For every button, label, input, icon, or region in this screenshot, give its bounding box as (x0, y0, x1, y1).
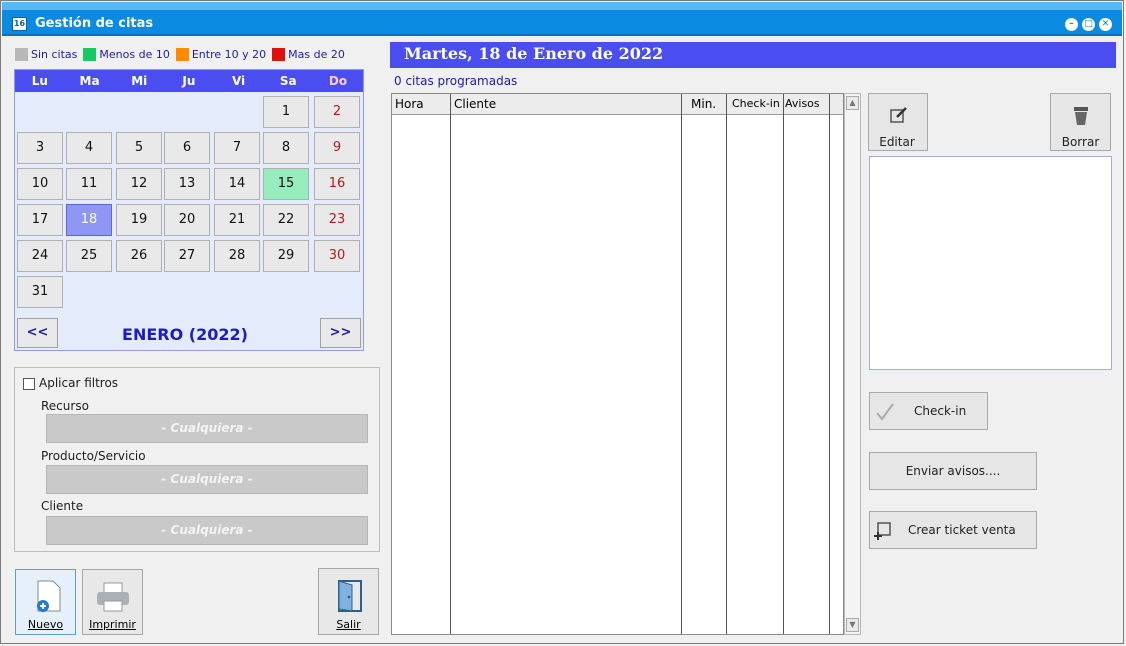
legend-swatch-red (272, 47, 286, 61)
scroll-down-icon[interactable]: ▼ (846, 618, 859, 632)
checkin-button[interactable]: Check-in (869, 392, 988, 430)
calendar-day[interactable]: 8 (263, 132, 309, 164)
calendar-day[interactable]: 20 (164, 204, 210, 236)
column-header-avisos[interactable]: Avisos (785, 97, 820, 110)
month-calendar: Lu Ma Mi Ju Vi Sa Do 1 2 3 4 5 6 7 8 9 10 11 12 13 14… (14, 69, 364, 351)
appointments-table: Hora Cliente Min. Check-in Avisos (391, 93, 844, 635)
next-month-button[interactable]: >> (320, 318, 361, 348)
appointments-window: 16 Gestión de citas – □ ✕ Sin citas Meno… (0, 0, 1124, 644)
calendar-day[interactable]: 30 (314, 240, 360, 272)
minimize-icon[interactable]: – (1065, 18, 1078, 31)
calendar-day[interactable]: 17 (17, 204, 63, 236)
calendar-day[interactable]: 29 (263, 240, 309, 272)
nuevo-button[interactable]: Nuevo (15, 569, 76, 635)
weekday-label: Do (328, 74, 348, 88)
column-header-hora[interactable]: Hora (395, 97, 424, 111)
weekday-label: Lu (31, 74, 48, 88)
calendar-day[interactable]: 2 (314, 96, 360, 128)
calendar-day[interactable]: 23 (314, 204, 360, 236)
imprimir-button[interactable]: Imprimir (82, 569, 143, 635)
recurso-select[interactable]: - Cualquiera - (46, 414, 368, 443)
column-header-cliente[interactable]: Cliente (454, 97, 496, 111)
close-icon[interactable]: ✕ (1099, 18, 1112, 31)
exit-door-icon (338, 580, 362, 612)
apply-filters-checkbox[interactable] (23, 378, 35, 390)
maximize-icon[interactable]: □ (1082, 18, 1095, 31)
column-header-min[interactable]: Min. (691, 97, 716, 111)
printer-icon (97, 582, 129, 612)
salir-button[interactable]: Salir (318, 568, 379, 635)
trash-icon (1074, 107, 1088, 125)
title-bar: 16 Gestión de citas – □ ✕ (2, 2, 1122, 36)
apply-filters-label: Aplicar filtros (39, 376, 119, 390)
legend-swatch-gray (15, 47, 28, 61)
calendar-day[interactable]: 24 (17, 240, 63, 272)
calendar-day[interactable]: 22 (263, 204, 309, 236)
enviar-avisos-button[interactable]: Enviar avisos.... (869, 452, 1037, 490)
month-label: ENERO (2022) (122, 325, 248, 344)
cliente-label: Cliente (41, 499, 84, 513)
producto-label: Producto/Servicio (41, 449, 146, 463)
legend-item-entre-10-20: Entre 10 y 20 (175, 47, 266, 61)
day-header-bar: Martes, 18 de Enero de 2022 (390, 42, 1116, 68)
calendar-day[interactable]: 10 (17, 168, 63, 200)
table-header: Hora Cliente Min. Check-in Avisos (392, 94, 843, 115)
new-document-icon (37, 580, 61, 612)
prev-month-button[interactable]: << (17, 318, 58, 348)
checkmark-icon (876, 403, 894, 421)
weekday-label: Vi (231, 74, 246, 88)
edit-pencil-icon (890, 107, 907, 123)
filters-panel: Aplicar filtros Recurso - Cualquiera - P… (14, 367, 380, 552)
calendar-day[interactable]: 28 (214, 240, 260, 272)
legend-item-menos-10: Menos de 10 (83, 47, 170, 61)
calendar-day[interactable]: 19 (116, 204, 162, 236)
weekday-label: Mi (131, 74, 148, 88)
calendar-day[interactable]: 13 (164, 168, 210, 200)
weekday-label: Ma (79, 74, 100, 88)
window-title: Gestión de citas (35, 16, 154, 31)
calendar-day[interactable]: 26 (116, 240, 162, 272)
calendar-day[interactable]: 27 (164, 240, 210, 272)
calendar-day[interactable]: 14 (214, 168, 260, 200)
legend-item-mas-20: Mas de 20 (272, 47, 345, 61)
cliente-select[interactable]: - Cualquiera - (46, 516, 368, 545)
weekday-label: Sa (279, 74, 297, 88)
calendar-day[interactable]: 18 (66, 204, 112, 236)
selected-date-title: Martes, 18 de Enero de 2022 (404, 44, 664, 63)
calendar-day[interactable]: 15 (263, 168, 309, 200)
calendar-day[interactable]: 7 (214, 132, 260, 164)
calendar-day[interactable]: 12 (116, 168, 162, 200)
producto-select[interactable]: - Cualquiera - (46, 465, 368, 494)
legend-item-sin-citas: Sin citas (15, 47, 77, 61)
calendar-legend: Sin citas Menos de 10 Entre 10 y 20 Mas … (15, 46, 351, 62)
scroll-up-icon[interactable]: ▲ (846, 96, 859, 110)
calendar-day[interactable]: 16 (314, 168, 360, 200)
legend-swatch-orange (175, 47, 189, 61)
calendar-day[interactable]: 6 (164, 132, 210, 164)
calendar-day[interactable]: 1 (263, 96, 309, 128)
calendar-day[interactable]: 9 (314, 132, 360, 164)
calendar-day[interactable]: 21 (214, 204, 260, 236)
table-scrollbar[interactable]: ▲ ▼ (844, 93, 861, 635)
weekday-header: Lu Ma Mi Ju Vi Sa Do (15, 70, 363, 92)
calendar-day[interactable]: 31 (17, 276, 63, 308)
calendar-day[interactable]: 25 (66, 240, 112, 272)
editar-button[interactable]: Editar (868, 93, 928, 151)
recurso-label: Recurso (41, 399, 89, 413)
crear-ticket-button[interactable]: Crear ticket venta (869, 511, 1037, 549)
appointment-notes-area[interactable] (869, 156, 1112, 370)
calendar-day[interactable]: 5 (116, 132, 162, 164)
calendar-app-icon: 16 (12, 17, 27, 31)
appointment-count: 0 citas programadas (394, 74, 518, 88)
column-header-checkin[interactable]: Check-in (732, 97, 780, 110)
legend-swatch-green (83, 47, 97, 61)
calendar-day[interactable]: 11 (66, 168, 112, 200)
new-ticket-icon (874, 522, 891, 540)
calendar-day[interactable]: 3 (17, 132, 63, 164)
calendar-day[interactable]: 4 (66, 132, 112, 164)
weekday-label: Ju (182, 74, 196, 88)
borrar-button[interactable]: Borrar (1050, 93, 1111, 151)
